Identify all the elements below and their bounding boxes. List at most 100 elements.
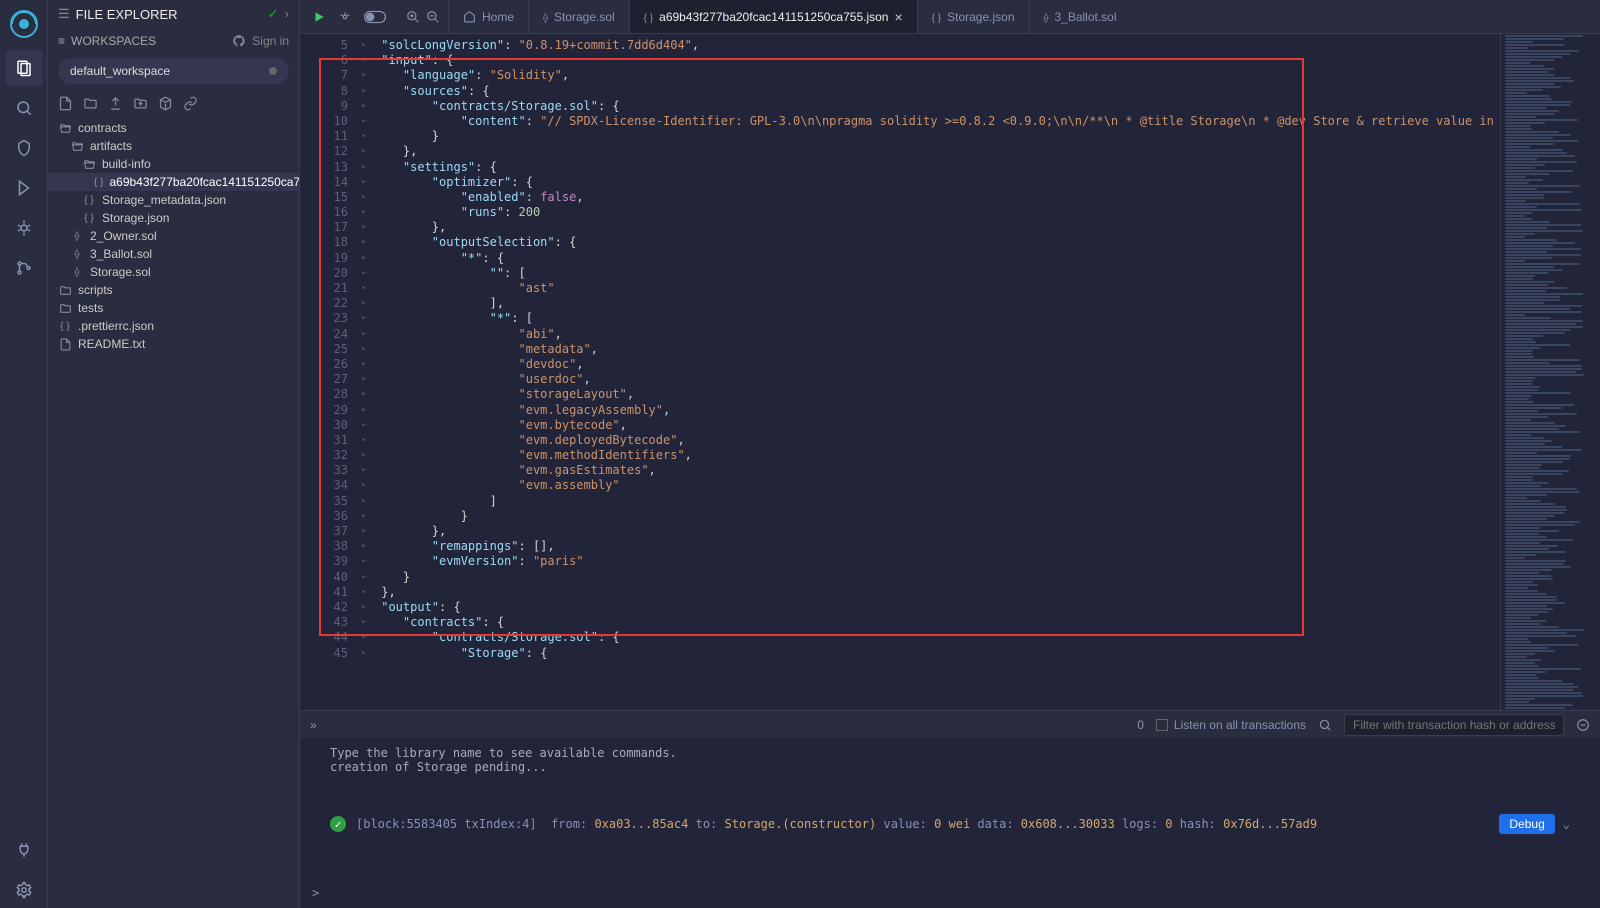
json-icon: { } bbox=[932, 10, 941, 24]
plugin-icon[interactable] bbox=[6, 832, 42, 868]
nav-forward-icon[interactable]: › bbox=[285, 6, 289, 22]
debug-run-icon[interactable] bbox=[338, 10, 352, 24]
editor-tabs: Home ⟠ Storage.sol { } a69b43f277ba20fcac141… bbox=[448, 0, 1131, 33]
workspace-menu-icon[interactable] bbox=[269, 67, 277, 75]
tree-item[interactable]: ⟠2_Owner.sol bbox=[48, 227, 299, 245]
tree-label: build-info bbox=[102, 157, 151, 171]
link-icon[interactable] bbox=[183, 96, 198, 111]
tree-item[interactable]: contracts bbox=[48, 119, 299, 137]
workspaces-label: WORKSPACES bbox=[71, 34, 156, 48]
tab-label: Home bbox=[482, 10, 514, 24]
tab-label: Storage.sol bbox=[554, 10, 615, 24]
tree-label: a69b43f277ba20fcac141151250ca7... bbox=[109, 175, 299, 189]
signin-link[interactable]: Sign in bbox=[252, 34, 289, 48]
sol-icon: ⟠ bbox=[543, 10, 548, 24]
minimap[interactable] bbox=[1500, 34, 1600, 710]
tree-item[interactable]: README.txt bbox=[48, 335, 299, 353]
workspace-name: default_workspace bbox=[70, 64, 170, 78]
chevron-down-icon[interactable]: ⌄ bbox=[1563, 817, 1570, 831]
hamburger-icon[interactable]: ≡ bbox=[58, 34, 65, 48]
tree-item[interactable]: ⟠ 3_Ballot.sol bbox=[48, 245, 299, 263]
listen-label: Listen on all transactions bbox=[1174, 718, 1306, 732]
tree-label: contracts bbox=[78, 121, 127, 135]
new-folder-icon[interactable] bbox=[83, 96, 98, 111]
folder-open-icon bbox=[58, 122, 72, 135]
search-terminal-icon[interactable] bbox=[1318, 718, 1332, 732]
remix-logo bbox=[8, 8, 40, 40]
git-icon[interactable] bbox=[6, 250, 42, 286]
tab-label: a69b43f277ba20fcac141151250ca755.json bbox=[659, 10, 888, 24]
tree-item[interactable]: artifacts bbox=[48, 137, 299, 155]
folder-icon bbox=[58, 302, 72, 315]
terminal-toggle-icon[interactable]: » bbox=[310, 718, 317, 732]
clear-terminal-icon[interactable] bbox=[1576, 718, 1590, 732]
tab[interactable]: { } Storage.json bbox=[917, 0, 1029, 33]
menu-icon[interactable]: ☰ bbox=[58, 6, 70, 22]
tree-item[interactable]: tests bbox=[48, 299, 299, 317]
tree-item[interactable]: { } a69b43f277ba20fcac141151250ca7... bbox=[48, 173, 299, 191]
upload-folder-icon[interactable] bbox=[133, 96, 148, 111]
tab[interactable]: ⟠3_Ballot.sol bbox=[1029, 0, 1131, 33]
code-content[interactable]: "solcLongVersion": "0.8.19+commit.7dd6d4… bbox=[374, 34, 1500, 710]
tree-item[interactable]: { }.prettierrc.json bbox=[48, 317, 299, 335]
new-file-icon[interactable] bbox=[58, 96, 73, 111]
deploy-icon[interactable] bbox=[6, 170, 42, 206]
upload-icon[interactable] bbox=[108, 96, 123, 111]
json-icon: { } bbox=[82, 195, 96, 206]
folder-open-icon bbox=[70, 140, 84, 153]
tab-label: Storage.json bbox=[947, 10, 1014, 24]
tree-label: Storage_metadata.json bbox=[102, 193, 226, 207]
folder-open-icon bbox=[82, 158, 96, 171]
file-toolbar bbox=[48, 88, 299, 119]
settings-icon[interactable] bbox=[6, 872, 42, 908]
debugger-icon[interactable] bbox=[6, 210, 42, 246]
tree-label: README.txt bbox=[78, 337, 145, 351]
tree-label: tests bbox=[78, 301, 103, 315]
file-explorer-icon[interactable] bbox=[6, 50, 42, 86]
sol-icon: ⟠ bbox=[70, 249, 84, 260]
sol-icon: ⟠ bbox=[70, 267, 84, 278]
file-icon bbox=[58, 338, 72, 351]
search-icon[interactable] bbox=[6, 90, 42, 126]
compiler-icon[interactable] bbox=[6, 130, 42, 166]
terminal-bar: » 0 Listen on all transactions bbox=[300, 710, 1600, 738]
tab[interactable]: ⟠ Storage.sol bbox=[528, 0, 629, 33]
tree-label: Storage.json bbox=[102, 211, 169, 225]
cube-icon[interactable] bbox=[158, 96, 173, 111]
sol-icon: ⟠ bbox=[70, 231, 84, 242]
json-icon: { } bbox=[644, 10, 653, 24]
tree-item[interactable]: scripts bbox=[48, 281, 299, 299]
tree-label: 3_Ballot.sol bbox=[90, 247, 152, 261]
close-icon[interactable]: × bbox=[894, 9, 902, 25]
debug-button[interactable]: Debug bbox=[1499, 814, 1554, 834]
listen-toggle[interactable]: Listen on all transactions bbox=[1156, 718, 1306, 732]
code-editor[interactable]: 5678910111213141516171819202122232425262… bbox=[314, 34, 1500, 710]
tree-label: Storage.sol bbox=[90, 265, 151, 279]
tree-item[interactable]: build-info bbox=[48, 155, 299, 173]
toggle-icon[interactable] bbox=[364, 10, 386, 24]
zoom-out-icon[interactable] bbox=[426, 10, 440, 24]
json-icon: { } bbox=[94, 177, 103, 188]
zoom-in-icon[interactable] bbox=[406, 10, 420, 24]
tab[interactable]: Home bbox=[448, 0, 528, 33]
tree-item[interactable]: ⟠ Storage.sol bbox=[48, 263, 299, 281]
tab-label: 3_Ballot.sol bbox=[1054, 10, 1116, 24]
side-panel: ☰ FILE EXPLORER ✓ › ≡ WORKSPACES Sign in… bbox=[48, 0, 300, 908]
panel-title: FILE EXPLORER bbox=[76, 7, 178, 22]
filter-input[interactable] bbox=[1344, 714, 1564, 736]
workspace-select[interactable]: default_workspace bbox=[58, 58, 289, 84]
terminal-prompt[interactable]: > bbox=[312, 886, 319, 900]
run-icon[interactable] bbox=[312, 10, 326, 24]
success-check-icon: ✓ bbox=[330, 816, 346, 832]
fold-column[interactable]: ▸▸▸▸▸▸▸▸▸▸▸▸▸▸▸▸▸▸▸▸▸▸▸▸▸▸▸▸▸▸▸▸▸▸▸▸▸▸▸▸… bbox=[354, 34, 374, 710]
folder-icon bbox=[58, 284, 72, 297]
terminal[interactable]: Type the library name to see available c… bbox=[300, 738, 1600, 908]
terminal-hint: Type the library name to see available c… bbox=[330, 746, 1570, 760]
tree-item[interactable]: { } Storage_metadata.json bbox=[48, 191, 299, 209]
transaction-log-row[interactable]: ✓ [block:5583405 txIndex:4] from: 0xa03.… bbox=[330, 814, 1570, 834]
tree-item[interactable]: { }Storage.json bbox=[48, 209, 299, 227]
github-icon[interactable] bbox=[232, 34, 246, 48]
tab[interactable]: { } a69b43f277ba20fcac141151250ca755.json… bbox=[629, 0, 917, 33]
checkbox-icon[interactable] bbox=[1156, 719, 1168, 731]
nav-check-icon[interactable]: ✓ bbox=[268, 6, 279, 22]
